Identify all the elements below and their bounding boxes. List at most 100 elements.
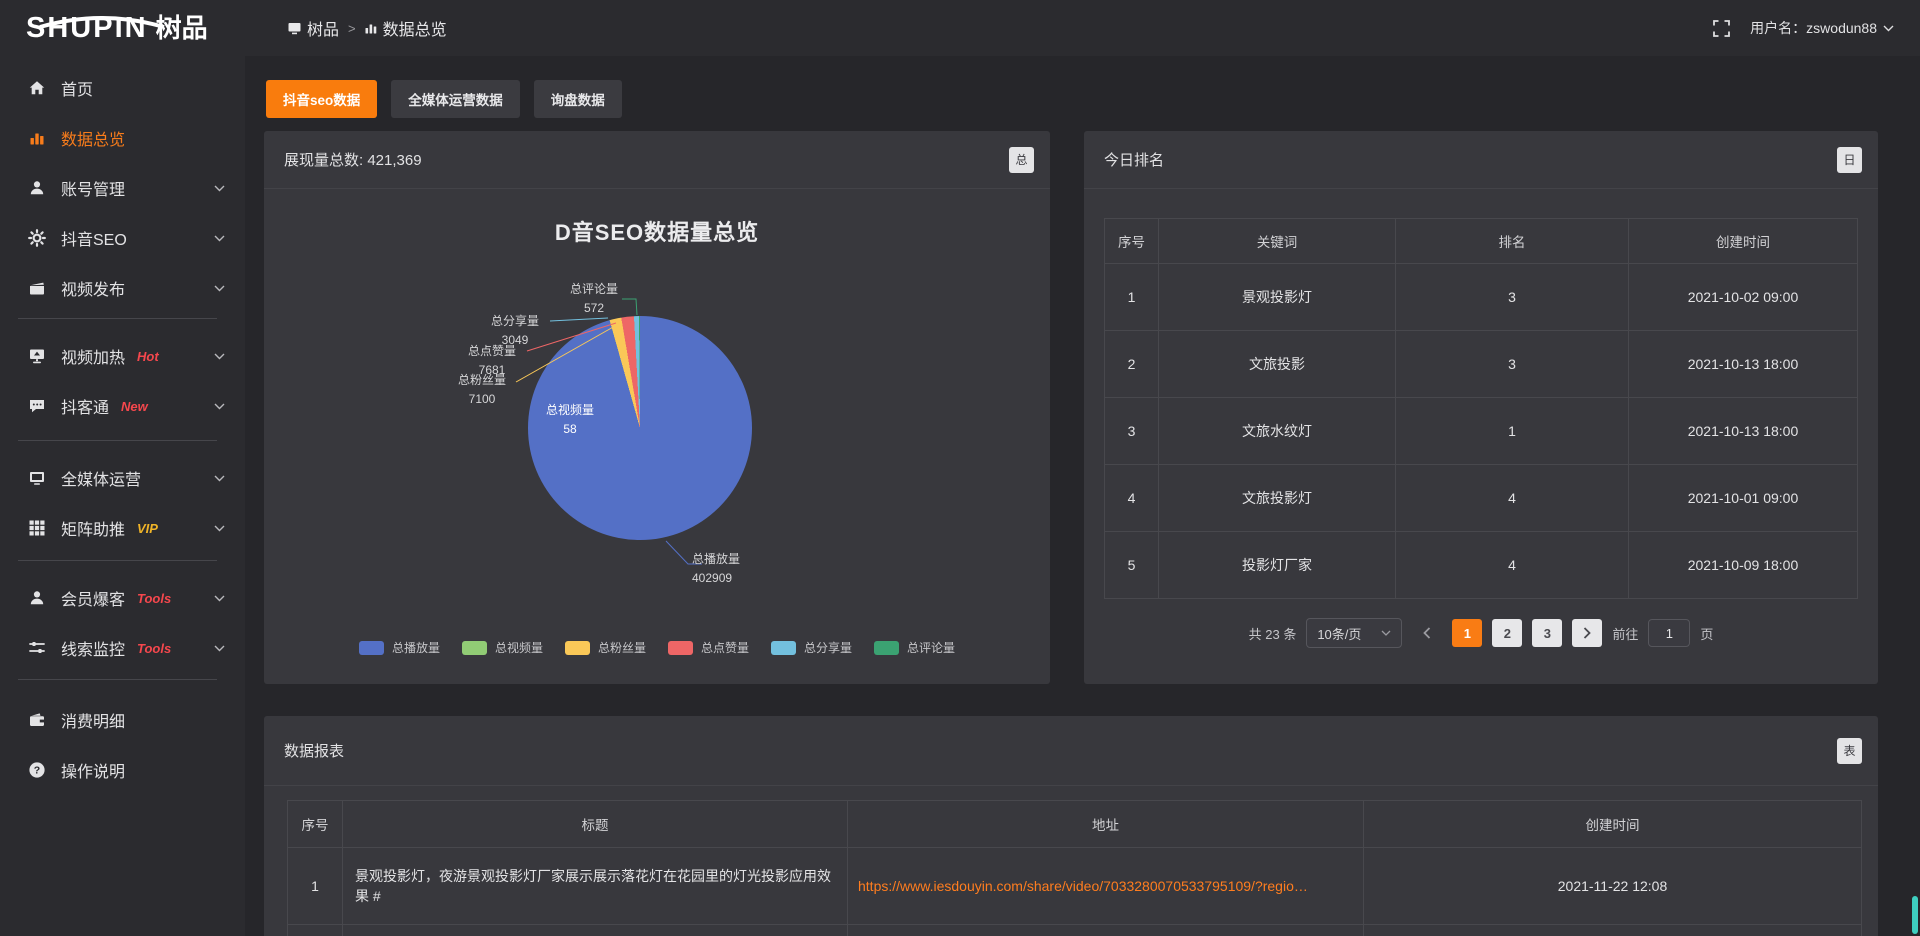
sidebar-divider <box>18 679 217 680</box>
legend-item-shares[interactable]: 总分享量 <box>771 639 852 656</box>
legend-item-videos[interactable]: 总视频量 <box>462 639 543 656</box>
rank-row-keyword: 文旅投影灯 <box>1159 465 1396 532</box>
legend-swatch <box>668 641 693 655</box>
rank-row-index: 1 <box>1105 264 1159 331</box>
chevron-down-icon <box>214 645 225 652</box>
hot-badge: Hot <box>137 349 159 364</box>
prev-page-button[interactable] <box>1412 619 1442 647</box>
svg-text:?: ? <box>34 765 40 777</box>
sidebar-item-video-heat[interactable]: 视频加热 Hot <box>0 331 245 381</box>
rank-row-rank: 3 <box>1396 331 1629 398</box>
page-size-select[interactable]: 10条/页 <box>1306 618 1402 648</box>
rank-row-rank: 4 <box>1396 532 1629 599</box>
brand-logo[interactable]: SHUPIN 树品 <box>0 14 245 43</box>
fullscreen-icon[interactable] <box>1713 20 1730 37</box>
tools-badge: Tools <box>137 641 171 656</box>
rank-row-created: 2021-10-02 09:00 <box>1629 264 1858 331</box>
legend-swatch <box>874 641 899 655</box>
report-row-url-link[interactable]: https://www.iesdouyin.com/share/video/70… <box>848 848 1364 925</box>
sidebar-item-douyin-seo[interactable]: 抖音SEO <box>0 213 245 263</box>
impressions-total-label: 展现量总数: 421,369 <box>284 149 422 170</box>
rank-panel-title: 今日排名 <box>1104 149 1164 170</box>
vip-badge: VIP <box>137 521 158 536</box>
chevron-down-icon <box>214 285 225 292</box>
rank-row-rank: 3 <box>1396 264 1629 331</box>
sidebar-divider <box>18 560 217 561</box>
chart-title: D音SEO数据量总览 <box>264 215 1050 247</box>
sidebar-item-member-booster[interactable]: 会员爆客 Tools <box>0 573 245 623</box>
total-mode-button[interactable]: 总 <box>1009 147 1034 173</box>
page-button-1[interactable]: 1 <box>1452 619 1482 647</box>
sidebar-item-media-ops[interactable]: 全媒体运营 <box>0 453 245 503</box>
today-rank-panel: 今日排名 日 序号 关键词 排名 创建时间 1 景观投影灯 3 2021-10-… <box>1084 131 1878 684</box>
sidebar: 首页 数据总览 账号管理 抖音SEO 视频发布 视频加热 Hot <box>0 56 245 936</box>
sidebar-item-account[interactable]: 账号管理 <box>0 163 245 213</box>
chevron-down-icon <box>1883 25 1894 32</box>
home-icon <box>28 79 46 97</box>
sidebar-item-instructions[interactable]: ? 操作说明 <box>0 745 245 795</box>
tab-media-ops-data[interactable]: 全媒体运营数据 <box>391 80 520 118</box>
sidebar-item-matrix-boost[interactable]: 矩阵助推 VIP <box>0 503 245 553</box>
sidebar-divider <box>18 318 217 319</box>
sidebar-item-video-publish[interactable]: 视频发布 <box>0 263 245 313</box>
wallet-icon <box>28 711 46 729</box>
table-mode-button[interactable]: 表 <box>1837 738 1862 764</box>
rank-row-created: 2021-10-01 09:00 <box>1629 465 1858 532</box>
pagination: 共 23 条 10条/页 1 2 3 前往 页 <box>1084 618 1878 648</box>
sidebar-item-label: 全媒体运营 <box>61 466 141 490</box>
bar-chart-icon <box>365 22 377 34</box>
user-menu[interactable]: 用户名：zswodun88 <box>1750 18 1894 38</box>
rank-row-keyword: 投影灯厂家 <box>1159 532 1396 599</box>
legend-swatch <box>462 641 487 655</box>
logo-arc-icon <box>36 16 168 28</box>
rank-row-keyword: 文旅投影 <box>1159 331 1396 398</box>
sidebar-item-lead-monitor[interactable]: 线索监控 Tools <box>0 623 245 673</box>
page-suffix-label: 页 <box>1700 624 1713 643</box>
legend-item-fans[interactable]: 总粉丝量 <box>565 639 646 656</box>
report-row-empty <box>343 925 848 936</box>
legend-item-plays[interactable]: 总播放量 <box>359 639 440 656</box>
rank-row-index: 3 <box>1105 398 1159 465</box>
column-header: 排名 <box>1396 219 1629 264</box>
rank-row-keyword: 景观投影灯 <box>1159 264 1396 331</box>
screen-up-icon <box>28 347 46 365</box>
sidebar-item-label: 消费明细 <box>61 708 125 732</box>
breadcrumb: 树品 > 数据总览 <box>245 16 447 40</box>
breadcrumb-current[interactable]: 数据总览 <box>365 16 447 40</box>
impressions-chart-panel: 展现量总数: 421,369 总 D音SEO数据量总览 总评论量 572 总分享… <box>264 131 1050 684</box>
chevron-down-icon <box>214 475 225 482</box>
chevron-down-icon <box>214 185 225 192</box>
sidebar-item-doukertong[interactable]: 抖客通 New <box>0 381 245 431</box>
legend-item-likes[interactable]: 总点赞量 <box>668 639 749 656</box>
bar-chart-icon <box>28 129 46 147</box>
goto-label: 前往 <box>1612 624 1638 643</box>
page-button-3[interactable]: 3 <box>1532 619 1562 647</box>
sidebar-item-label: 视频加热 <box>61 344 125 368</box>
report-panel-header: 数据报表 表 <box>264 716 1878 786</box>
sidebar-item-label: 会员爆客 <box>61 586 125 610</box>
legend-item-comments[interactable]: 总评论量 <box>874 639 955 656</box>
scrollbar-thumb[interactable] <box>1912 896 1918 934</box>
page-button-2[interactable]: 2 <box>1492 619 1522 647</box>
sidebar-item-label: 账号管理 <box>61 176 125 200</box>
rank-row-keyword: 文旅水纹灯 <box>1159 398 1396 465</box>
day-mode-button[interactable]: 日 <box>1837 147 1862 173</box>
tab-inquiry-data[interactable]: 询盘数据 <box>534 80 622 118</box>
report-row-created: 2021-11-22 12:08 <box>1364 848 1862 925</box>
sidebar-item-home[interactable]: 首页 <box>0 63 245 113</box>
chat-bubble-icon <box>28 397 46 415</box>
sidebar-item-data-overview[interactable]: 数据总览 <box>0 113 245 163</box>
clapperboard-icon <box>28 279 46 297</box>
report-panel-title: 数据报表 <box>284 740 344 761</box>
report-row-empty <box>848 925 1364 936</box>
sidebar-item-label: 矩阵助推 <box>61 516 125 540</box>
goto-page-input[interactable] <box>1648 619 1690 647</box>
column-header: 创建时间 <box>1364 801 1862 848</box>
tab-douyin-seo-data[interactable]: 抖音seo数据 <box>266 80 377 118</box>
next-page-button[interactable] <box>1572 619 1602 647</box>
breadcrumb-root[interactable]: 树品 <box>288 16 339 40</box>
sidebar-item-label: 抖客通 <box>61 394 109 418</box>
sidebar-item-consumption-detail[interactable]: 消费明细 <box>0 695 245 745</box>
breadcrumb-root-label: 树品 <box>307 16 339 40</box>
chevron-down-icon <box>214 235 225 242</box>
